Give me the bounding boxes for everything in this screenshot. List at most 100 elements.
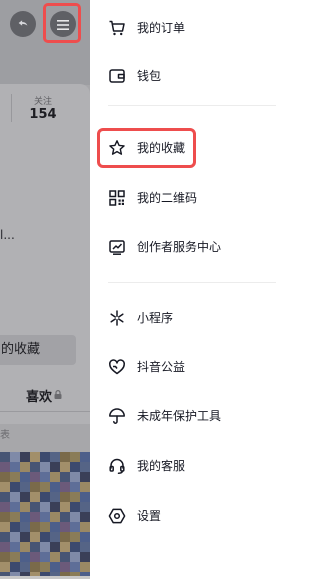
thumbnail-pixel <box>30 462 40 472</box>
menu-item-mini-programs[interactable]: 小程序 <box>90 300 292 336</box>
thumbnail-pixel <box>60 472 70 482</box>
thumbnail-pixel <box>60 542 70 552</box>
thumbnail-pixel <box>80 462 90 472</box>
thumbnail-pixel <box>30 522 40 532</box>
thumbnail-pixel <box>70 532 80 542</box>
thumbnail-pixel <box>70 452 80 462</box>
thumbnail-pixel <box>10 482 20 492</box>
thumbnail-pixel <box>70 502 80 512</box>
thumbnail-pixel <box>20 482 30 492</box>
thumbnail-pixel <box>50 522 60 532</box>
favorites-highlight <box>97 128 196 168</box>
cart-icon <box>108 19 126 37</box>
thumbnail-pixel <box>0 532 10 542</box>
menu-label-mini-programs: 小程序 <box>137 311 174 325</box>
thumbnail-pixel <box>0 552 10 562</box>
thumbnail-pixel <box>40 462 50 472</box>
thumbnail-pixel <box>20 492 30 502</box>
follow-count[interactable]: 154 <box>24 107 62 122</box>
thumbnail-pixel <box>50 532 60 542</box>
menu-label-wallet: 钱包 <box>137 69 162 83</box>
thumbnail-pixel <box>0 482 10 492</box>
thumbnail-pixel <box>40 452 50 462</box>
menu-label-creator-center: 创作者服务中心 <box>137 240 222 254</box>
menu-divider <box>108 105 276 106</box>
settings-hexagon-icon <box>108 507 126 525</box>
thumbnail-pixel <box>0 492 10 502</box>
thumbnail-pixel <box>10 512 20 522</box>
thumbnail-pixel <box>40 472 50 482</box>
thumbnail-pixel <box>10 452 20 462</box>
thumbnail-pixel <box>10 522 20 532</box>
thumbnail-pixel <box>50 502 60 512</box>
hand-share-icon <box>16 15 30 34</box>
collection-chip[interactable]: 的收藏 <box>0 335 76 365</box>
menu-label-customer-service: 我的客服 <box>137 459 186 473</box>
thumbnail-pixel <box>30 492 40 502</box>
thumbnail-pixel <box>20 532 30 542</box>
menu-button-highlight <box>43 3 81 43</box>
thumbnail-pixel <box>70 562 80 572</box>
menu-item-settings[interactable]: 设置 <box>90 498 292 534</box>
thumbnail-pixel <box>20 452 30 462</box>
stat-divider <box>11 94 12 122</box>
menu-item-wallet[interactable]: 钱包 <box>90 58 292 94</box>
partial-caption: 表 <box>0 430 10 441</box>
thumbnail-pixel <box>50 512 60 522</box>
thumbnail-pixel <box>20 502 30 512</box>
thumbnail-pixel <box>20 522 30 532</box>
thumbnail-pixel <box>0 542 10 552</box>
thumbnail-pixel <box>30 472 40 482</box>
thumbnail-pixel <box>60 512 70 522</box>
lock-icon <box>54 388 62 403</box>
qrcode-icon <box>108 189 126 207</box>
thumbnail-pixel <box>60 532 70 542</box>
thumbnail-pixel <box>30 562 40 572</box>
thumbnail-pixel <box>10 562 20 572</box>
thumbnail-pixel <box>0 502 10 512</box>
thumbnail-pixel <box>30 452 40 462</box>
menu-item-customer-service[interactable]: 我的客服 <box>90 448 292 484</box>
profile-card <box>0 84 90 424</box>
side-drawer-menu: 我的订单 钱包 我的收藏 我的二维码 创作者服务中心 小程序 抖音公益 未成年保… <box>90 0 292 579</box>
thumbnail-pixel <box>40 482 50 492</box>
thumbnail-pixel <box>0 512 10 522</box>
thumbnail-pixel <box>40 502 50 512</box>
thumbnail-pixel <box>60 522 70 532</box>
thumbnail-pixel <box>40 492 50 502</box>
thumbnail-pixel <box>0 562 10 572</box>
thumbnail-pixel <box>50 472 60 482</box>
thumbnail-pixel <box>70 472 80 482</box>
bio-snippet: l... <box>0 228 15 242</box>
thumbnail-pixel <box>70 552 80 562</box>
thumbnail-pixel <box>10 532 20 542</box>
umbrella-icon <box>108 407 126 425</box>
thumbnail-pixel <box>40 542 50 552</box>
thumbnail-pixel <box>30 502 40 512</box>
thumbnail-pixel <box>10 502 20 512</box>
thumbnail-pixel <box>20 562 30 572</box>
thumbnail-pixel <box>10 542 20 552</box>
share-button[interactable] <box>10 11 36 37</box>
headset-icon <box>108 457 126 475</box>
thumbnail-pixel <box>20 552 30 562</box>
tab-likes[interactable]: 喜欢 <box>26 386 62 405</box>
thumbnail-pixel <box>70 492 80 502</box>
video-thumbnail[interactable] <box>0 452 90 579</box>
thumbnail-pixel <box>80 552 90 562</box>
thumbnail-pixel <box>70 482 80 492</box>
thumbnail-pixel <box>60 452 70 462</box>
menu-item-creator-center[interactable]: 创作者服务中心 <box>90 229 292 265</box>
menu-item-minor-protection[interactable]: 未成年保护工具 <box>90 398 292 434</box>
menu-item-charity[interactable]: 抖音公益 <box>90 349 292 385</box>
menu-item-qrcode[interactable]: 我的二维码 <box>90 180 292 216</box>
menu-item-orders[interactable]: 我的订单 <box>90 10 292 46</box>
wallet-icon <box>108 67 126 85</box>
profile-page-backdrop[interactable]: 关注 154 l... 的收藏 喜欢 表 <box>0 0 90 579</box>
chart-icon <box>108 238 126 256</box>
menu-label-minor-protection: 未成年保护工具 <box>137 409 222 423</box>
thumbnail-pixel <box>10 492 20 502</box>
thumbnail-pixel <box>0 472 10 482</box>
thumbnail-pixel <box>80 532 90 542</box>
thumbnail-pixel <box>0 462 10 472</box>
